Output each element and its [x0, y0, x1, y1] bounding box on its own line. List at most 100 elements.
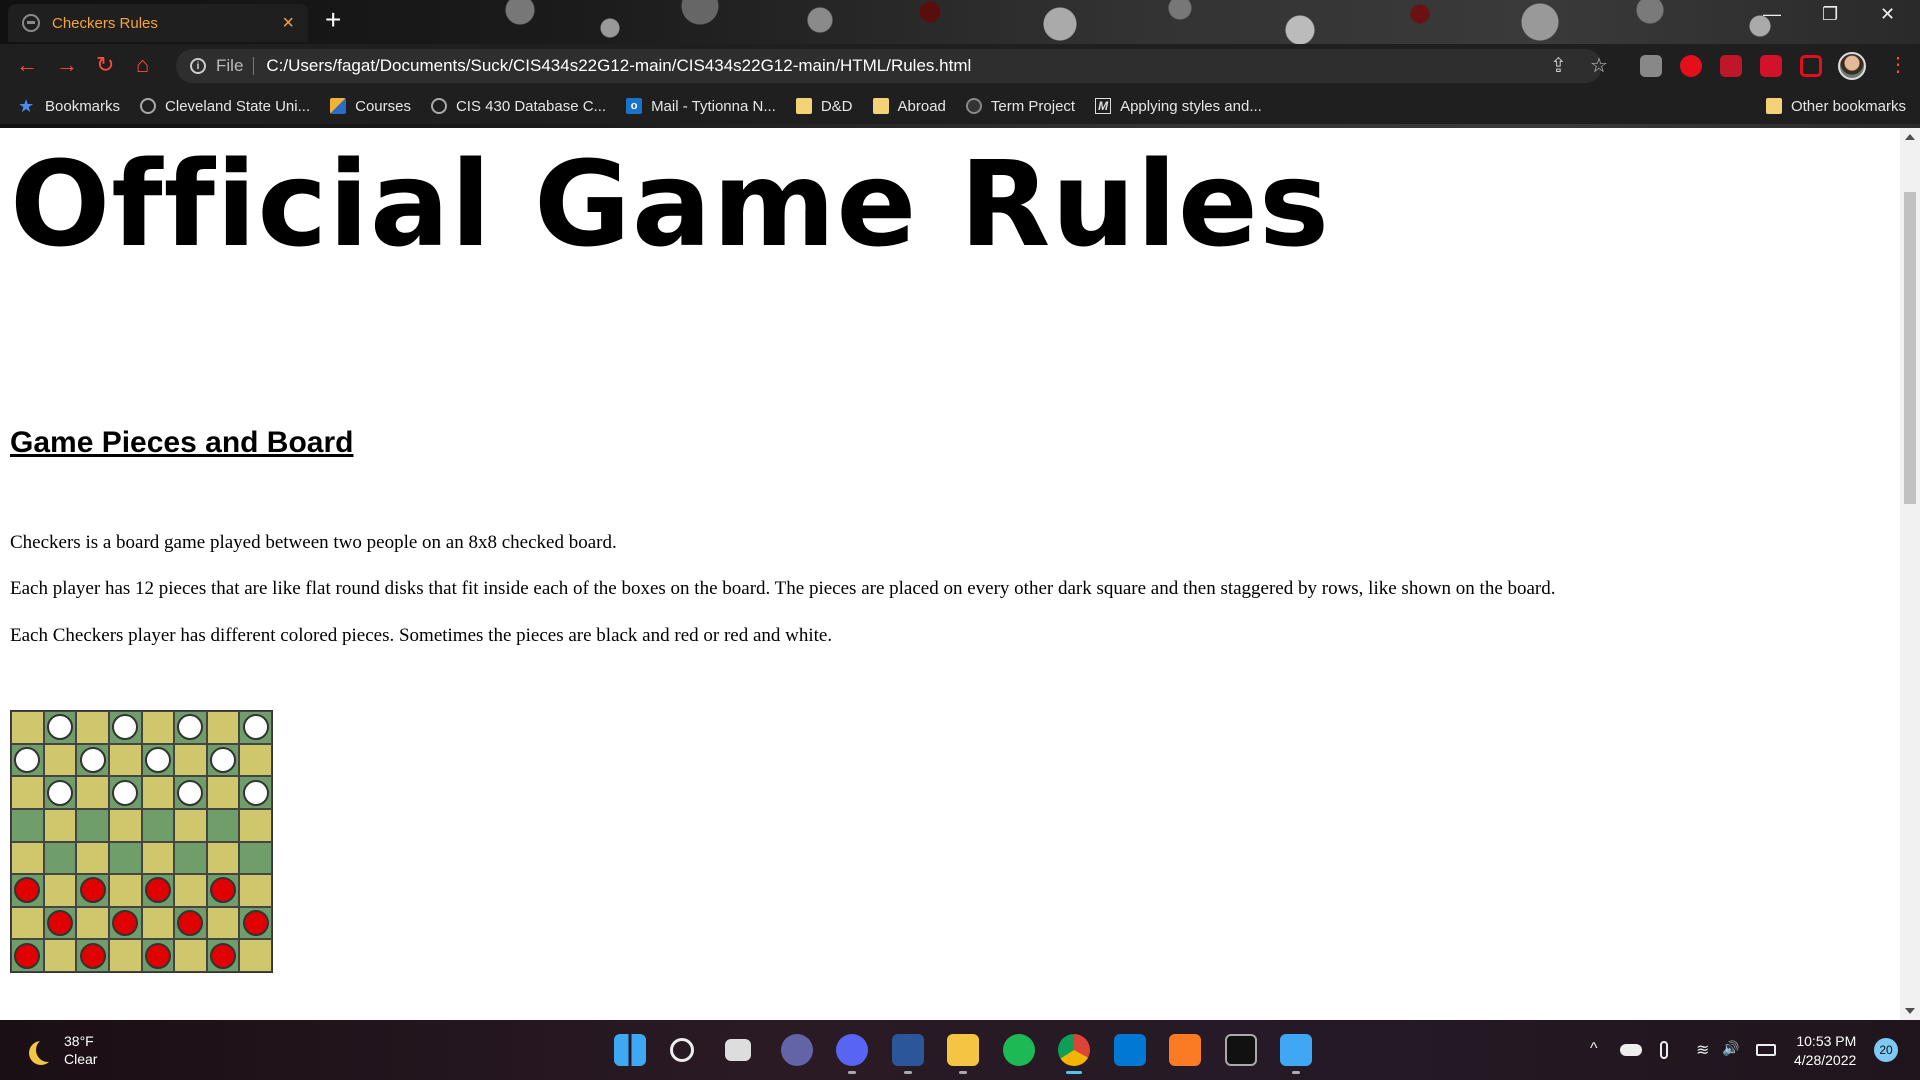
forward-icon[interactable]: →	[56, 52, 78, 78]
board-square	[239, 906, 272, 940]
scroll-thumb[interactable]	[1904, 192, 1916, 504]
bookmark-item[interactable]: Courses	[330, 98, 411, 115]
tab-close-icon[interactable]: ×	[282, 13, 294, 33]
notepad-icon[interactable]	[1280, 1034, 1312, 1066]
bookmark-label: Cleveland State Uni...	[165, 97, 311, 115]
share-icon[interactable]: ⇪	[1550, 53, 1567, 78]
extension-icon[interactable]	[1640, 55, 1662, 77]
board-square	[76, 776, 109, 809]
wifi-icon[interactable]: ≋	[1696, 1040, 1709, 1060]
bookmark-star-icon[interactable]: ☆	[1590, 53, 1608, 78]
back-icon[interactable]: ←	[16, 52, 38, 78]
red-piece	[79, 942, 106, 969]
tab-checkers-rules[interactable]: Checkers Rules ×	[8, 4, 308, 42]
bookmark-item[interactable]: CIS 430 Database C...	[430, 98, 606, 115]
globe-icon	[140, 98, 157, 114]
board-square	[11, 743, 44, 777]
address-bar[interactable]: i File C:/Users/fagat/Documents/Suck/CIS…	[176, 49, 1602, 83]
extension-red-icon[interactable]	[1720, 55, 1742, 77]
board-square	[108, 808, 142, 842]
discord-icon[interactable]	[836, 1034, 868, 1066]
board-square	[239, 939, 272, 972]
board-square	[108, 874, 142, 907]
word-icon[interactable]	[891, 1034, 924, 1066]
task-view-icon[interactable]	[725, 1039, 751, 1061]
board-square	[11, 874, 44, 907]
address-url[interactable]: C:/Users/fagat/Documents/Suck/CIS434s22G…	[266, 56, 971, 76]
bookmark-item[interactable]: Cleveland State Uni...	[140, 98, 310, 115]
board-square	[43, 874, 77, 907]
terminal-icon[interactable]	[1224, 1034, 1257, 1066]
home-icon[interactable]: ⌂	[136, 52, 149, 78]
xampp-icon[interactable]	[1169, 1034, 1201, 1066]
bookmark-item[interactable]: Abroad	[872, 97, 946, 115]
bookmark-label: Abroad	[897, 97, 946, 115]
chrome-icon[interactable]	[1058, 1034, 1090, 1066]
notification-badge[interactable]: 20	[1874, 1038, 1898, 1062]
board-square	[76, 711, 109, 744]
board-square	[11, 808, 44, 842]
scroll-up-icon[interactable]	[1905, 134, 1915, 140]
weather-widget[interactable]: 38°F Clear	[28, 1032, 97, 1068]
spotify-icon[interactable]	[1002, 1034, 1035, 1066]
battery-icon[interactable]	[1756, 1044, 1776, 1056]
bookmark-item[interactable]: o Mail - Tytionna N...	[626, 98, 776, 115]
puzzle-icon[interactable]	[1760, 55, 1782, 77]
scroll-down-icon[interactable]	[1905, 1008, 1915, 1014]
white-piece	[14, 746, 41, 773]
taskbar: 38°F Clear ^ ≋ 🔊 10:53 PM 4/28/2022 20	[0, 1020, 1920, 1080]
board-square	[43, 939, 77, 972]
onedrive-icon[interactable]	[1620, 1044, 1642, 1056]
checkers-board	[10, 710, 273, 973]
page-scrollbar[interactable]	[1900, 128, 1920, 1020]
minimize-icon[interactable]: —	[1763, 4, 1781, 25]
new-tab-button[interactable]: +	[325, 6, 341, 34]
address-separator	[253, 57, 255, 75]
start-icon[interactable]	[614, 1034, 646, 1066]
board-square	[43, 808, 77, 842]
red-piece	[112, 910, 139, 937]
other-bookmarks[interactable]: Other bookmarks	[1765, 98, 1906, 115]
weather-temp: 38°F	[64, 1033, 94, 1049]
white-piece	[242, 714, 269, 741]
board-square	[206, 874, 240, 907]
chat-icon[interactable]	[780, 1034, 813, 1066]
microphone-icon[interactable]	[1660, 1041, 1668, 1059]
vscode-icon[interactable]	[1113, 1034, 1146, 1066]
board-square	[11, 711, 44, 744]
folder-icon	[1765, 98, 1782, 114]
white-piece	[112, 779, 139, 806]
clock[interactable]: 10:53 PM 4/28/2022	[1794, 1032, 1856, 1070]
board-square	[174, 874, 207, 907]
bookmark-item[interactable]: Term Project	[965, 97, 1076, 115]
github-icon	[965, 98, 982, 114]
profile-avatar[interactable]	[1838, 52, 1866, 80]
volume-icon[interactable]: 🔊	[1722, 1040, 1739, 1057]
board-square	[206, 841, 240, 875]
bookmark-label: Term Project	[990, 97, 1076, 115]
board-square	[108, 939, 142, 972]
adblock-icon[interactable]	[1680, 55, 1702, 77]
restore-icon[interactable]: ❐	[1822, 4, 1838, 25]
bookmark-item[interactable]: M Applying styles and...	[1095, 98, 1262, 115]
extension-square-icon[interactable]	[1800, 55, 1822, 77]
menu-icon[interactable]: ⋮	[1888, 52, 1908, 78]
reload-icon[interactable]: ↻	[96, 52, 114, 78]
red-piece	[144, 877, 171, 904]
tray-chevron-icon[interactable]: ^	[1590, 1040, 1598, 1058]
search-icon[interactable]	[669, 1038, 694, 1062]
window-close-icon[interactable]: ✕	[1880, 4, 1895, 25]
board-square	[239, 874, 272, 907]
browser-toolbar: ← → ↻ ⌂ i File C:/Users/fagat/Documents/…	[0, 44, 1920, 88]
file-explorer-icon[interactable]	[947, 1034, 979, 1066]
white-piece	[210, 746, 237, 773]
page-content: Official Game Rules Game Pieces and Boar…	[0, 128, 1900, 1020]
info-icon[interactable]: i	[190, 58, 206, 74]
board-square	[11, 776, 44, 809]
rule-paragraph: Each Checkers player has different color…	[10, 625, 833, 646]
bookmark-item[interactable]: D&D	[795, 98, 853, 115]
globe-icon	[22, 14, 40, 32]
white-piece	[144, 746, 171, 773]
bookmark-item[interactable]: ★ Bookmarks	[18, 97, 120, 115]
board-square	[206, 939, 240, 972]
